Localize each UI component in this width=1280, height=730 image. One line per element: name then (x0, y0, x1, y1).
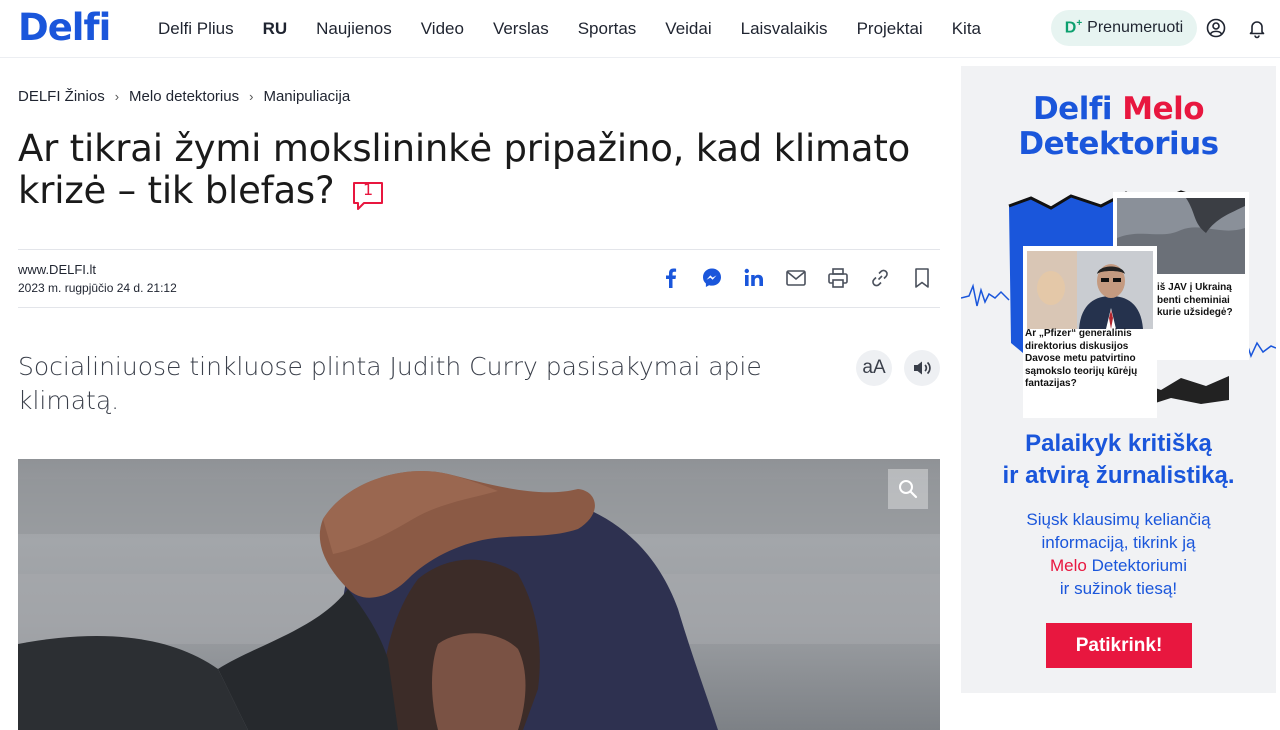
article-source: www.DELFI.lt (18, 262, 97, 277)
ad-title-line-2: Detektorius (1018, 126, 1219, 162)
ad-body-melo: Melo (1050, 556, 1087, 575)
article-lead: Socialiniuose tinkluose plinta Judith Cu… (18, 352, 762, 415)
ad-title-line-1: Delfi Melo (1032, 91, 1205, 127)
melo-detektorius-ad[interactable]: Delfi Melo Detektorius Ar „Pfizer“ gener… (961, 66, 1276, 693)
facebook-share-icon[interactable] (660, 266, 682, 290)
nav-item-kita[interactable]: Kita (952, 19, 981, 39)
top-navigation: Delfi Delfi Plius RU Naujienos Video Ver… (0, 0, 1280, 58)
breadcrumb-item-melo-detektorius[interactable]: Melo detektorius (129, 88, 239, 105)
print-icon[interactable] (827, 266, 849, 290)
ad-card-1-caption: Ar „Pfizer“ generalinis direktorius disk… (1025, 328, 1138, 389)
nav-item-delfi-plius[interactable]: Delfi Plius (158, 19, 234, 39)
comments-badge[interactable]: 1 (352, 178, 384, 210)
speaker-icon (914, 361, 931, 375)
notification-bell-icon[interactable] (1246, 17, 1268, 39)
nav-item-naujienos[interactable]: Naujienos (316, 19, 392, 39)
listen-audio-button[interactable] (904, 350, 940, 386)
nav-item-sportas[interactable]: Sportas (578, 19, 637, 39)
nav-item-video[interactable]: Video (421, 19, 464, 39)
ad-card-2-caption: iš JAV į Ukrainą benti cheminiai kurie u… (1157, 282, 1233, 318)
breadcrumb-item-manipuliacija[interactable]: Manipuliacija (263, 88, 350, 105)
delfi-logo[interactable]: Delfi (18, 6, 111, 49)
font-size-label: aA (862, 357, 886, 378)
article-title-text: Ar tikrai žymi mokslininkė pripažino, ka… (18, 127, 911, 212)
ad-title-melo: Melo (1122, 91, 1205, 127)
messenger-share-icon[interactable] (701, 266, 723, 290)
copy-link-icon[interactable] (869, 266, 891, 290)
breadcrumb: DELFI Žinios › Melo detektorius › Manipu… (18, 88, 350, 105)
linkedin-share-icon[interactable] (743, 266, 765, 290)
nav-item-veidai[interactable]: Veidai (665, 19, 711, 39)
delfi-plius-mark: D+ (1064, 18, 1083, 37)
chevron-right-icon: › (249, 89, 254, 104)
zoom-image-button[interactable] (888, 469, 928, 509)
font-size-toggle-button[interactable]: aA (856, 350, 892, 386)
divider (18, 249, 940, 250)
article-hero-image[interactable] (18, 459, 940, 730)
nav-item-ru[interactable]: RU (263, 19, 288, 39)
ad-cta-button[interactable]: Patikrink! (1046, 623, 1192, 668)
nav-item-projektai[interactable]: Projektai (857, 19, 923, 39)
magnifier-icon (899, 480, 918, 499)
email-share-icon[interactable] (785, 266, 807, 290)
main-nav: Delfi Plius RU Naujienos Video Verslas S… (158, 0, 1010, 58)
article-title: Ar tikrai žymi mokslininkė pripažino, ka… (18, 128, 948, 212)
subscribe-button[interactable]: D+ Prenumeruoti (1051, 10, 1197, 46)
user-account-icon[interactable] (1205, 17, 1227, 39)
hero-photo-illustration (18, 471, 940, 730)
ad-body-text: Siųsk klausimų keliančią informaciją, ti… (1026, 510, 1211, 598)
comment-count: 1 (363, 179, 373, 199)
bookmark-icon[interactable] (911, 266, 933, 290)
chevron-right-icon: › (114, 89, 120, 104)
article-date: 2023 m. rugpjūčio 24 d. 21:12 (18, 281, 177, 295)
nav-item-verslas[interactable]: Verslas (493, 19, 549, 39)
subscribe-label: Prenumeruoti (1087, 19, 1184, 36)
nav-item-laisvalaikis[interactable]: Laisvalaikis (741, 19, 828, 39)
divider (18, 307, 940, 308)
breadcrumb-item-delfi-zinios[interactable]: DELFI Žinios (18, 88, 105, 105)
ad-headline: Palaikyk kritišką ir atvirą žurnalistiką… (1002, 430, 1235, 489)
